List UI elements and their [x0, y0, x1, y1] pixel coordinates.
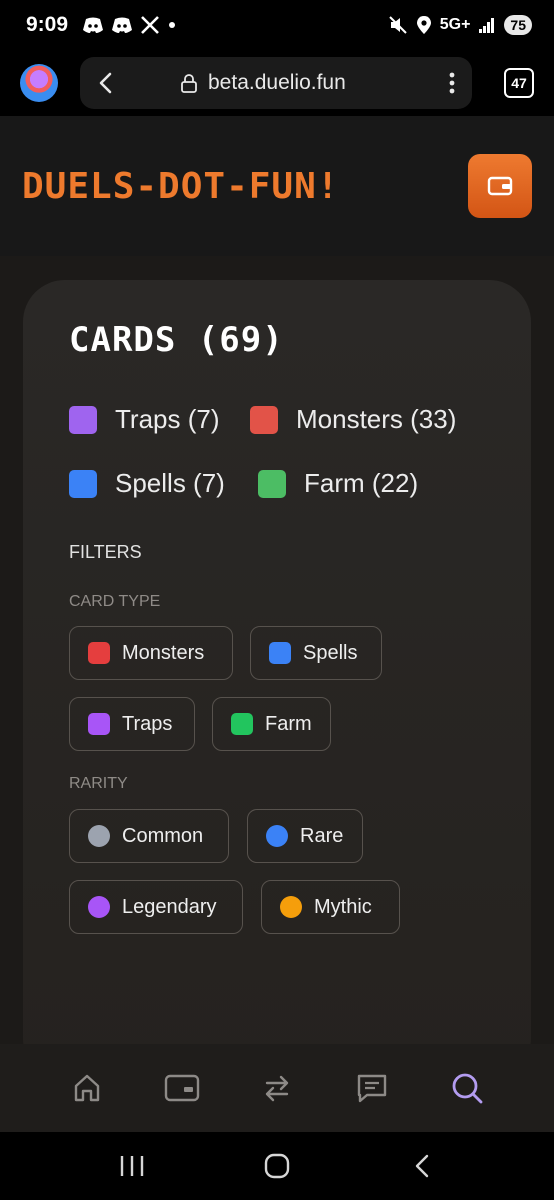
traps-swatch: [69, 405, 97, 434]
filter-rare-chip[interactable]: Rare: [247, 809, 363, 863]
monsters-swatch: [88, 642, 110, 664]
filter-mythic-chip[interactable]: Mythic: [261, 880, 400, 934]
spells-swatch: [269, 642, 291, 664]
chip-label: Legendary: [122, 895, 217, 918]
nav-search[interactable]: [442, 1063, 492, 1113]
location-icon: [416, 16, 431, 34]
signal-icon: [479, 18, 495, 33]
farm-swatch: [258, 469, 286, 498]
filter-farm-chip[interactable]: Farm: [212, 697, 331, 751]
filter-spells-chip[interactable]: Spells: [250, 626, 382, 680]
count-farm: Farm (22): [258, 468, 418, 499]
browser-bar: beta.duelio.fun 47: [0, 50, 554, 116]
chat-icon: [357, 1074, 386, 1103]
chip-label: Monsters: [122, 641, 205, 664]
nav-home[interactable]: [62, 1063, 112, 1113]
legendary-dot: [88, 896, 110, 918]
filter-traps-chip[interactable]: Traps: [69, 697, 195, 751]
filters-heading: FILTERS: [69, 542, 142, 562]
mythic-dot: [280, 896, 302, 918]
wallet-card-icon: [164, 1074, 200, 1102]
count-traps: Traps (7): [69, 404, 220, 435]
count-spells: Spells (7): [69, 468, 225, 499]
count-label: Spells (7): [115, 468, 225, 498]
back-icon: [415, 1154, 428, 1178]
lock-icon: [181, 74, 197, 93]
cards-title: CARDS (69): [69, 320, 284, 360]
chip-label: Mythic: [314, 895, 372, 918]
monsters-swatch: [250, 405, 278, 434]
network-label: 5G+: [439, 16, 471, 33]
chip-label: Common: [122, 824, 204, 847]
battery-indicator: 75: [504, 15, 532, 35]
filter-common-chip[interactable]: Common: [69, 809, 229, 863]
status-right: 5G+ 75: [388, 15, 532, 35]
notification-icons: [82, 15, 177, 35]
home-circle-icon: [264, 1153, 290, 1179]
x-icon: [141, 16, 159, 34]
traps-swatch: [88, 713, 110, 735]
avatar[interactable]: [20, 64, 58, 102]
back-button[interactable]: [397, 1141, 447, 1191]
recents-icon: [121, 1156, 144, 1176]
filter-monsters-chip[interactable]: Monsters: [69, 626, 233, 680]
spells-swatch: [69, 469, 97, 498]
count-label: Farm (22): [304, 468, 419, 498]
discord-icon: [112, 17, 133, 33]
count-monsters: Monsters (33): [250, 404, 456, 435]
more-options-icon[interactable]: [448, 71, 456, 95]
common-dot: [88, 825, 110, 847]
dot-icon: [169, 22, 176, 28]
address-bar[interactable]: beta.duelio.fun: [80, 57, 472, 109]
mute-icon: [389, 16, 407, 34]
filter-legendary-chip[interactable]: Legendary: [69, 880, 243, 934]
nav-chat[interactable]: [347, 1063, 397, 1113]
chip-label: Rare: [300, 824, 344, 847]
bottom-nav: [0, 1044, 554, 1132]
home-icon: [75, 1074, 100, 1102]
page-header: DUELS-DOT-FUN!: [0, 116, 554, 256]
status-time: 9:09: [26, 13, 69, 36]
discord-icon: [83, 17, 104, 33]
status-bar: 9:09 5G+ 75: [0, 0, 554, 50]
farm-swatch: [231, 713, 253, 735]
count-label: Monsters (33): [296, 404, 457, 434]
search-icon: [452, 1073, 482, 1104]
swap-icon: [265, 1075, 289, 1102]
site-title: DUELS-DOT-FUN!: [22, 165, 340, 207]
nav-wallet[interactable]: [157, 1063, 207, 1113]
wallet-button[interactable]: [468, 154, 532, 218]
rare-dot: [266, 825, 288, 847]
tab-switcher[interactable]: 47: [504, 68, 534, 98]
back-arrow-icon[interactable]: [96, 72, 116, 94]
count-label: Traps (7): [115, 404, 220, 434]
home-button[interactable]: [252, 1141, 302, 1191]
recents-button[interactable]: [107, 1141, 157, 1191]
url-text: beta.duelio.fun: [208, 71, 346, 94]
chip-label: Traps: [122, 712, 173, 735]
nav-swap[interactable]: [252, 1063, 302, 1113]
chip-label: Farm: [265, 712, 312, 735]
cards-panel: [23, 280, 531, 1080]
card-type-label: CARD TYPE: [69, 593, 161, 610]
wallet-icon: [487, 176, 513, 196]
rarity-label: RARITY: [69, 775, 128, 792]
system-nav: [0, 1132, 554, 1200]
chip-label: Spells: [303, 641, 358, 664]
